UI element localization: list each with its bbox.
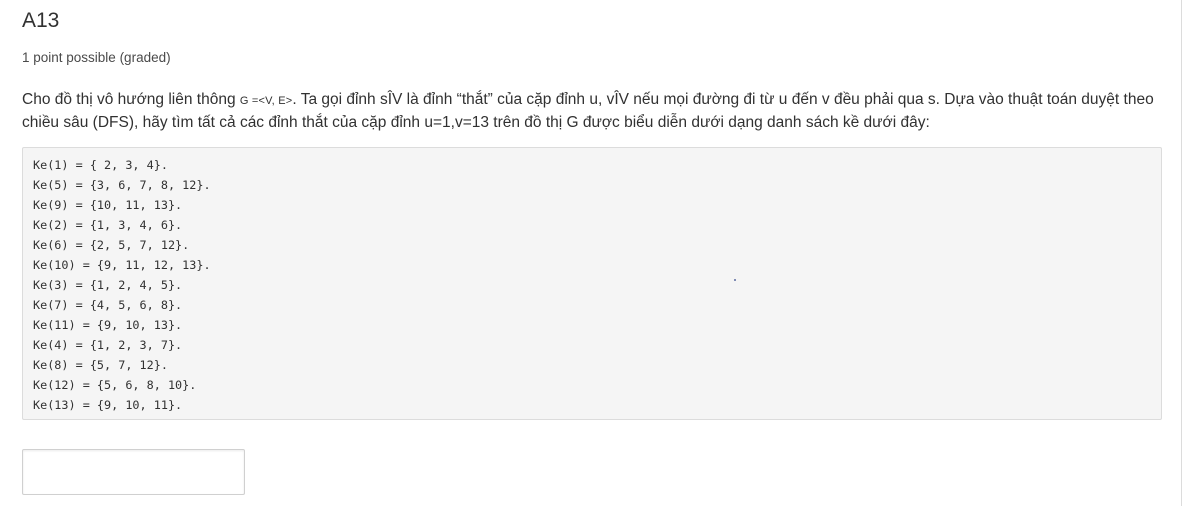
adjacency-line: Ke(4) = {1, 2, 3, 7}. [33, 338, 183, 352]
adjacency-line: Ke(9) = {10, 11, 13}. [33, 198, 183, 212]
adjacency-line: Ke(5) = {3, 6, 7, 8, 12}. [33, 178, 211, 192]
adjacency-line: Ke(3) = {1, 2, 4, 5}. [33, 278, 183, 292]
adjacency-line: Ke(6) = {2, 5, 7, 12}. [33, 238, 190, 252]
adjacency-line: Ke(8) = {5, 7, 12}. [33, 358, 168, 372]
adjacency-line: Ke(12) = {5, 6, 8, 10}. [33, 378, 197, 392]
stray-dot [734, 279, 736, 281]
problem-container: A13 1 point possible (graded) Cho đồ thị… [0, 0, 1182, 506]
adjacency-line: Ke(1) = { 2, 3, 4}. [33, 158, 168, 172]
adjacency-list-codeblock: Ke(1) = { 2, 3, 4}. Ke(5) = {3, 6, 7, 8, … [22, 147, 1162, 420]
graph-notation: G =<V, E> [239, 95, 293, 107]
adjacency-line: Ke(7) = {4, 5, 6, 8}. [33, 298, 183, 312]
adjacency-line: Ke(2) = {1, 3, 4, 6}. [33, 218, 183, 232]
problem-title: A13 [22, 9, 60, 32]
adjacency-line: Ke(10) = {9, 11, 12, 13}. [33, 258, 211, 272]
adjacency-line: Ke(11) = {9, 10, 13}. [33, 318, 183, 332]
question-text-part1: Cho đồ thị vô hướng liên thông [22, 91, 240, 108]
adjacency-line: Ke(13) = {9, 10, 11}. [33, 398, 183, 412]
answer-input[interactable] [22, 449, 245, 495]
points-possible-label: 1 point possible (graded) [22, 50, 171, 65]
question-text: Cho đồ thị vô hướng liên thông G =<V, E>… [22, 89, 1172, 133]
